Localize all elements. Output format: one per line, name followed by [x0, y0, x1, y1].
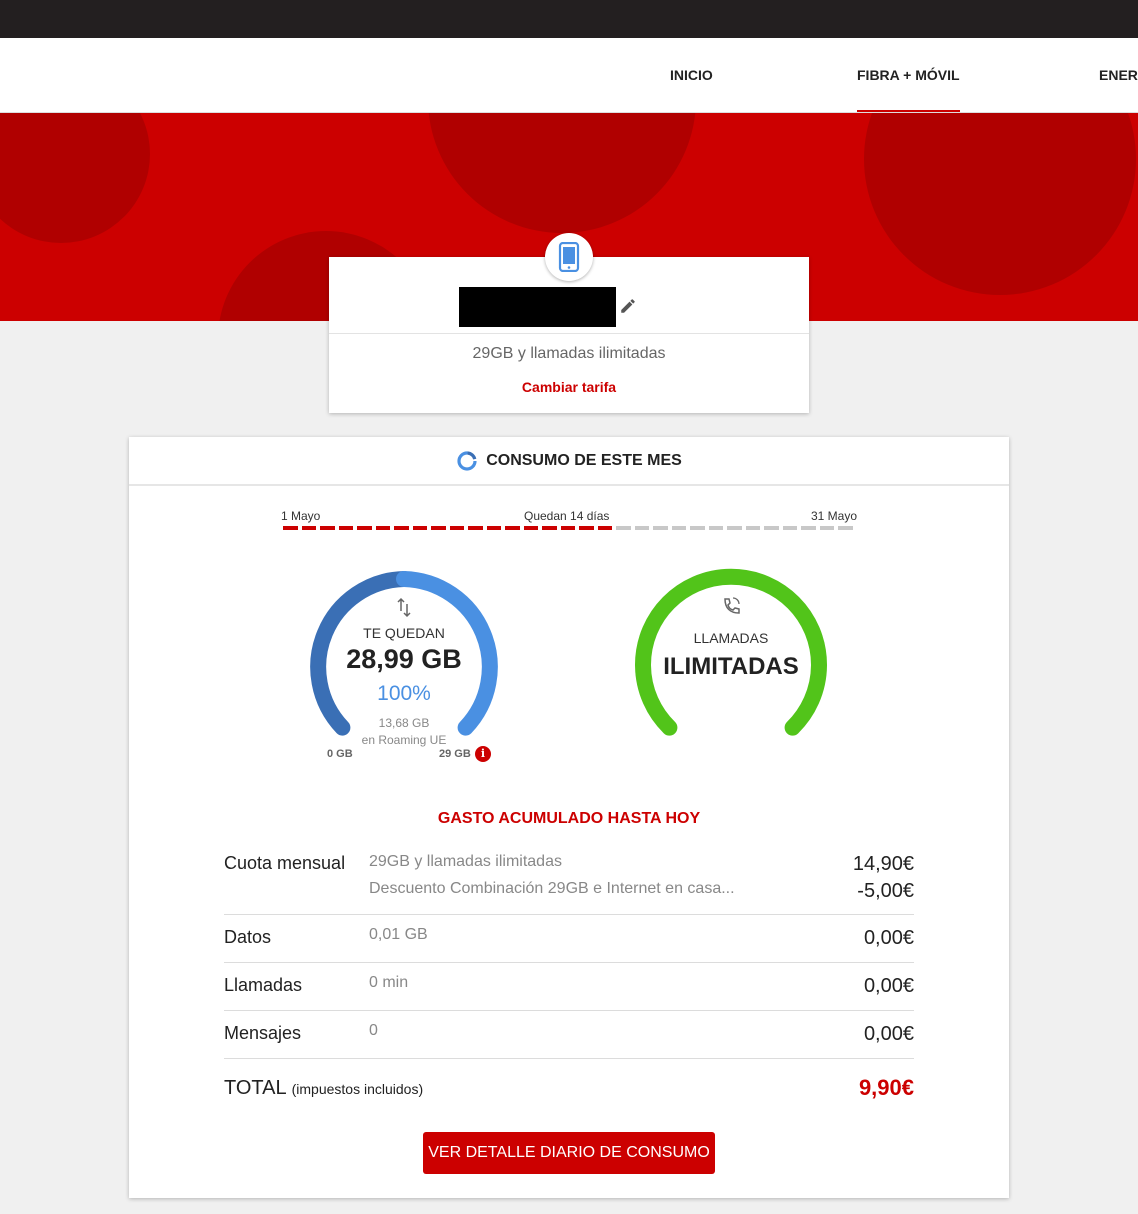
- period-end: 31 Mayo: [811, 509, 858, 523]
- nav-item-inicio[interactable]: INICIO: [670, 38, 713, 112]
- spend-row-desc: 29GB y llamadas ilimitadas: [369, 853, 562, 870]
- period-progress: [283, 526, 853, 530]
- period-day-dash: [801, 526, 816, 530]
- period-day-dash: [283, 526, 298, 530]
- period-day-dash: [412, 526, 427, 530]
- daily-detail-button[interactable]: VER DETALLE DIARIO DE CONSUMO: [423, 1132, 715, 1174]
- data-remaining-label: TE QUEDAN: [363, 625, 445, 641]
- period-day-dash: [523, 526, 538, 530]
- total-label-group: TOTAL (impuestos incluidos): [224, 1077, 423, 1100]
- spend-row-label: Datos: [224, 927, 272, 947]
- total-amount: 9,90€: [858, 1075, 914, 1100]
- edit-pencil-icon[interactable]: [619, 297, 637, 315]
- decor-circle: [428, 113, 696, 233]
- period-day-dash: [394, 526, 409, 530]
- spend-row-amount: 0,00€: [863, 927, 914, 949]
- spend-row-desc: 0,01 GB: [369, 926, 428, 943]
- data-min-label: 0 GB: [327, 748, 353, 760]
- main-nav: INICIO FIBRA + MÓVIL ENERGÍA: [0, 38, 1138, 113]
- period-day-dash: [505, 526, 520, 530]
- period-day-dash: [838, 526, 853, 530]
- period-day-dash: [357, 526, 372, 530]
- smartphone-icon: [545, 233, 593, 281]
- spend-row-label: Mensajes: [224, 1023, 302, 1043]
- period-day-dash: [727, 526, 742, 530]
- period-day-dash: [560, 526, 575, 530]
- period-day-dash: [671, 526, 686, 530]
- spend-row-datos: Datos 0,01 GB 0,00€: [224, 925, 914, 965]
- nav-item-fibra-movil[interactable]: FIBRA + MÓVIL: [857, 38, 960, 112]
- roaming-amount: 13,68 GB: [378, 716, 430, 730]
- decor-circle: [864, 113, 1136, 295]
- period-remaining: Quedan 14 días: [524, 509, 610, 523]
- phone-call-icon: [724, 597, 740, 614]
- refresh-icon: [457, 450, 477, 471]
- period-day-dash: [486, 526, 501, 530]
- spend-row-amount: -5,00€: [857, 880, 914, 902]
- period-day-dash: [597, 526, 612, 530]
- change-plan-link[interactable]: Cambiar tarifa: [329, 379, 809, 395]
- row-divider: [224, 1010, 914, 1011]
- total-note: (impuestos incluidos): [291, 1081, 424, 1097]
- period-day-dash: [616, 526, 631, 530]
- line-card: 29GB y llamadas ilimitadas Cambiar tarif…: [329, 233, 809, 413]
- period-day-dash: [468, 526, 483, 530]
- period-day-dash: [708, 526, 723, 530]
- line-name-redacted: [459, 287, 616, 327]
- total-label: TOTAL: [224, 1077, 287, 1099]
- spend-row-amount: 0,00€: [863, 1023, 914, 1045]
- spend-row-llamadas: Llamadas 0 min 0,00€: [224, 973, 914, 1013]
- period-day-dash: [819, 526, 834, 530]
- period-day-dash: [449, 526, 464, 530]
- consumption-header: CONSUMO DE ESTE MES: [129, 437, 1009, 486]
- consumption-card: CONSUMO DE ESTE MES 1 Mayo Quedan 14 día…: [129, 437, 1009, 1198]
- info-icon[interactable]: i: [475, 746, 491, 762]
- row-divider: [224, 914, 914, 915]
- period-day-dash: [764, 526, 779, 530]
- period-start: 1 Mayo: [281, 509, 321, 523]
- spend-title: GASTO ACUMULADO HASTA HOY: [437, 810, 701, 827]
- spend-row-desc: Descuento Combinación 29GB e Internet en…: [369, 880, 735, 897]
- calls-label: LLAMADAS: [693, 630, 769, 646]
- divider: [329, 333, 809, 334]
- row-divider: [224, 1058, 914, 1059]
- spend-row-mensajes: Mensajes 0 0,00€: [224, 1021, 914, 1061]
- period-day-dash: [634, 526, 649, 530]
- period-day-dash: [338, 526, 353, 530]
- period-day-dash: [375, 526, 390, 530]
- period-day-dash: [431, 526, 446, 530]
- data-remaining-value: 28,99 GB: [346, 644, 462, 674]
- calls-value: ILIMITADAS: [663, 653, 799, 680]
- line-plan-name: 29GB y llamadas ilimitadas: [472, 345, 666, 362]
- spend-row-label: Llamadas: [224, 975, 303, 995]
- period-day-dash: [653, 526, 668, 530]
- spend-row-amount: 0,00€: [863, 975, 914, 997]
- top-bar: [0, 0, 1138, 38]
- decor-circle: [0, 113, 150, 243]
- period-day-dash: [782, 526, 797, 530]
- data-transfer-icon: [397, 597, 411, 618]
- period-day-dash: [579, 526, 594, 530]
- nav-item-energia[interactable]: ENERGÍA: [1099, 38, 1138, 112]
- period-day-dash: [320, 526, 335, 530]
- data-max-label: 29 GB: [439, 748, 471, 760]
- spend-row-desc: 0 min: [369, 974, 409, 991]
- spend-row-amount: 14,90€: [852, 853, 914, 875]
- data-remaining-percent: 100%: [377, 682, 431, 705]
- spend-row-cuota: Cuota mensual 29GB y llamadas ilimitadas…: [224, 851, 914, 915]
- spend-row-total: TOTAL (impuestos incluidos) 9,90€: [224, 1075, 914, 1115]
- row-divider: [224, 962, 914, 963]
- consumption-title: CONSUMO DE ESTE MES: [486, 451, 682, 469]
- spend-row-label: Cuota mensual: [224, 853, 346, 873]
- period-day-dash: [745, 526, 760, 530]
- period-day-dash: [542, 526, 557, 530]
- spend-row-desc: 0: [369, 1022, 378, 1039]
- roaming-label: en Roaming UE: [361, 733, 447, 747]
- period-day-dash: [301, 526, 316, 530]
- period-day-dash: [690, 526, 705, 530]
